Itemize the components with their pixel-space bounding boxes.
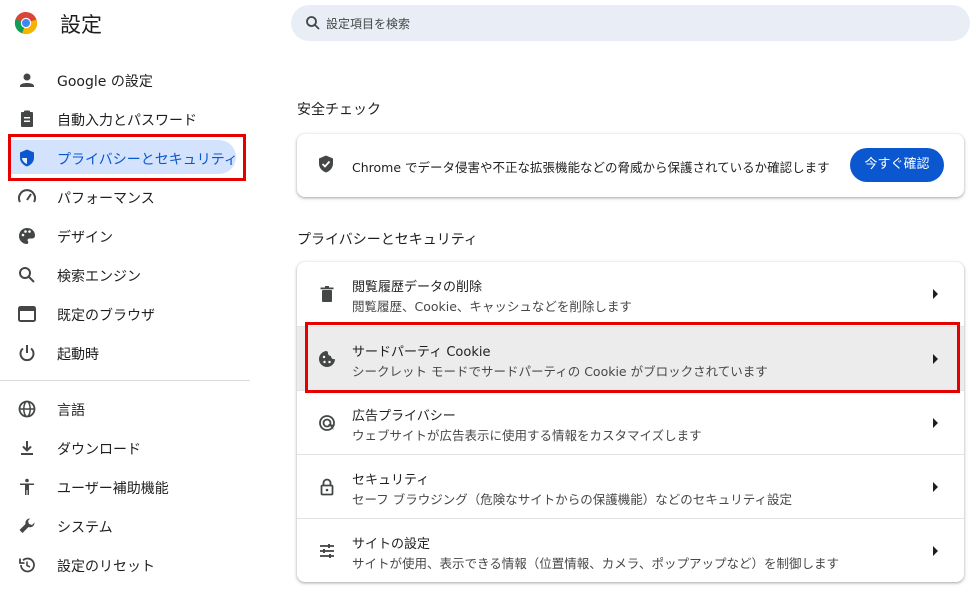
highlight-box	[8, 134, 246, 181]
row-clear-browsing-data[interactable]: 閲覧履歴データの削除 閲覧履歴、Cookie、キャッシュなどを削除します	[297, 262, 964, 326]
palette-icon	[19, 228, 35, 244]
sidebar-item-performance[interactable]: パフォーマンス	[0, 177, 240, 215]
sidebar-item-label: パフォーマンス	[57, 191, 155, 207]
chrome-logo	[14, 11, 38, 35]
search-placeholder: 設定項目を検索	[326, 17, 411, 31]
sidebar-item-label: システム	[57, 520, 113, 536]
globe-icon	[18, 400, 36, 418]
chevron-right-icon	[933, 482, 938, 492]
sidebar-item-label: 自動入力とパスワード	[57, 113, 197, 129]
sidebar-divider	[0, 380, 250, 381]
person-icon	[20, 73, 34, 87]
chevron-right-icon	[933, 546, 938, 556]
sidebar-item-default-browser[interactable]: 既定のブラウザ	[0, 294, 240, 332]
browser-icon	[18, 306, 36, 322]
sidebar-item-label: 設定のリセット	[57, 559, 155, 575]
sidebar-item-label: 既定のブラウザ	[57, 308, 155, 324]
row-title: サイトの設定	[352, 537, 431, 552]
speedometer-icon	[18, 189, 36, 203]
chevron-right-icon	[933, 418, 938, 428]
history-icon	[19, 557, 35, 573]
sidebar-item-languages[interactable]: 言語	[0, 389, 240, 427]
search-icon	[19, 267, 35, 283]
row-subtitle: 閲覧履歴、Cookie、キャッシュなどを削除します	[352, 299, 632, 314]
row-subtitle: ウェブサイトが広告表示に使用する情報をカスタマイズします	[352, 428, 702, 443]
lock-icon	[320, 478, 334, 496]
row-subtitle: サイトが使用、表示できる情報（位置情報、カメラ、ポップアップなど）を制御します	[352, 556, 840, 571]
sidebar-item-label: デザイン	[57, 230, 113, 246]
sidebar-item-design[interactable]: デザイン	[0, 216, 240, 254]
power-icon	[19, 345, 35, 362]
accessibility-icon	[20, 478, 34, 495]
page-title: 設定	[60, 13, 102, 37]
chevron-right-icon	[933, 289, 938, 299]
row-subtitle: セーフ ブラウジング（危険なサイトからの保護機能）などのセキュリティ設定	[352, 492, 792, 507]
sidebar-item-label: 起動時	[57, 347, 99, 363]
wrench-icon	[19, 518, 35, 533]
download-icon	[21, 441, 33, 455]
sidebar-item-google[interactable]: Google の設定	[0, 60, 240, 98]
sidebar-item-startup[interactable]: 起動時	[0, 333, 240, 371]
sidebar-item-label: Google の設定	[57, 74, 153, 90]
sidebar-item-reset[interactable]: 設定のリセット	[0, 545, 240, 583]
row-title: 広告プライバシー	[352, 409, 456, 424]
check-now-button[interactable]: 今すぐ確認	[850, 148, 944, 182]
search-input[interactable]: 設定項目を検索	[291, 5, 970, 41]
sidebar-item-system[interactable]: システム	[0, 506, 240, 544]
sidebar-item-downloads[interactable]: ダウンロード	[0, 428, 240, 466]
sidebar-item-label: ユーザー補助機能	[57, 481, 169, 497]
row-ad-privacy[interactable]: 広告プライバシー ウェブサイトが広告表示に使用する情報をカスタマイズします	[297, 390, 964, 454]
sidebar-item-label: 言語	[57, 403, 85, 419]
row-site-settings[interactable]: サイトの設定 サイトが使用、表示できる情報（位置情報、カメラ、ポップアップなど）…	[297, 518, 964, 582]
sidebar-item-accessibility[interactable]: ユーザー補助機能	[0, 467, 240, 505]
privacy-card: 閲覧履歴データの削除 閲覧履歴、Cookie、キャッシュなどを削除します サード…	[297, 262, 964, 582]
clipboard-icon	[21, 110, 33, 127]
sidebar-item-search-engine[interactable]: 検索エンジン	[0, 255, 240, 293]
row-security[interactable]: セキュリティ セーフ ブラウジング（危険なサイトからの保護機能）などのセキュリテ…	[297, 454, 964, 518]
search-icon	[306, 16, 320, 30]
ads-icon	[319, 415, 336, 431]
safety-check-title: 安全チェック	[297, 102, 381, 118]
sidebar-item-label: ダウンロード	[57, 442, 141, 458]
trash-icon	[320, 286, 334, 302]
safety-check-text: Chrome でデータ侵害や不正な拡張機能などの脅威から保護されているか確認しま…	[352, 160, 830, 175]
privacy-section-title: プライバシーとセキュリティ	[297, 232, 478, 248]
shield-check-icon	[319, 155, 333, 173]
sidebar-item-label: 検索エンジン	[57, 269, 141, 285]
highlight-box	[305, 322, 960, 393]
row-title: セキュリティ	[352, 473, 430, 488]
sidebar-item-autofill[interactable]: 自動入力とパスワード	[0, 99, 240, 137]
tune-icon	[320, 544, 334, 558]
safety-check-card: Chrome でデータ侵害や不正な拡張機能などの脅威から保護されているか確認しま…	[297, 134, 964, 197]
row-title: 閲覧履歴データの削除	[352, 280, 483, 295]
